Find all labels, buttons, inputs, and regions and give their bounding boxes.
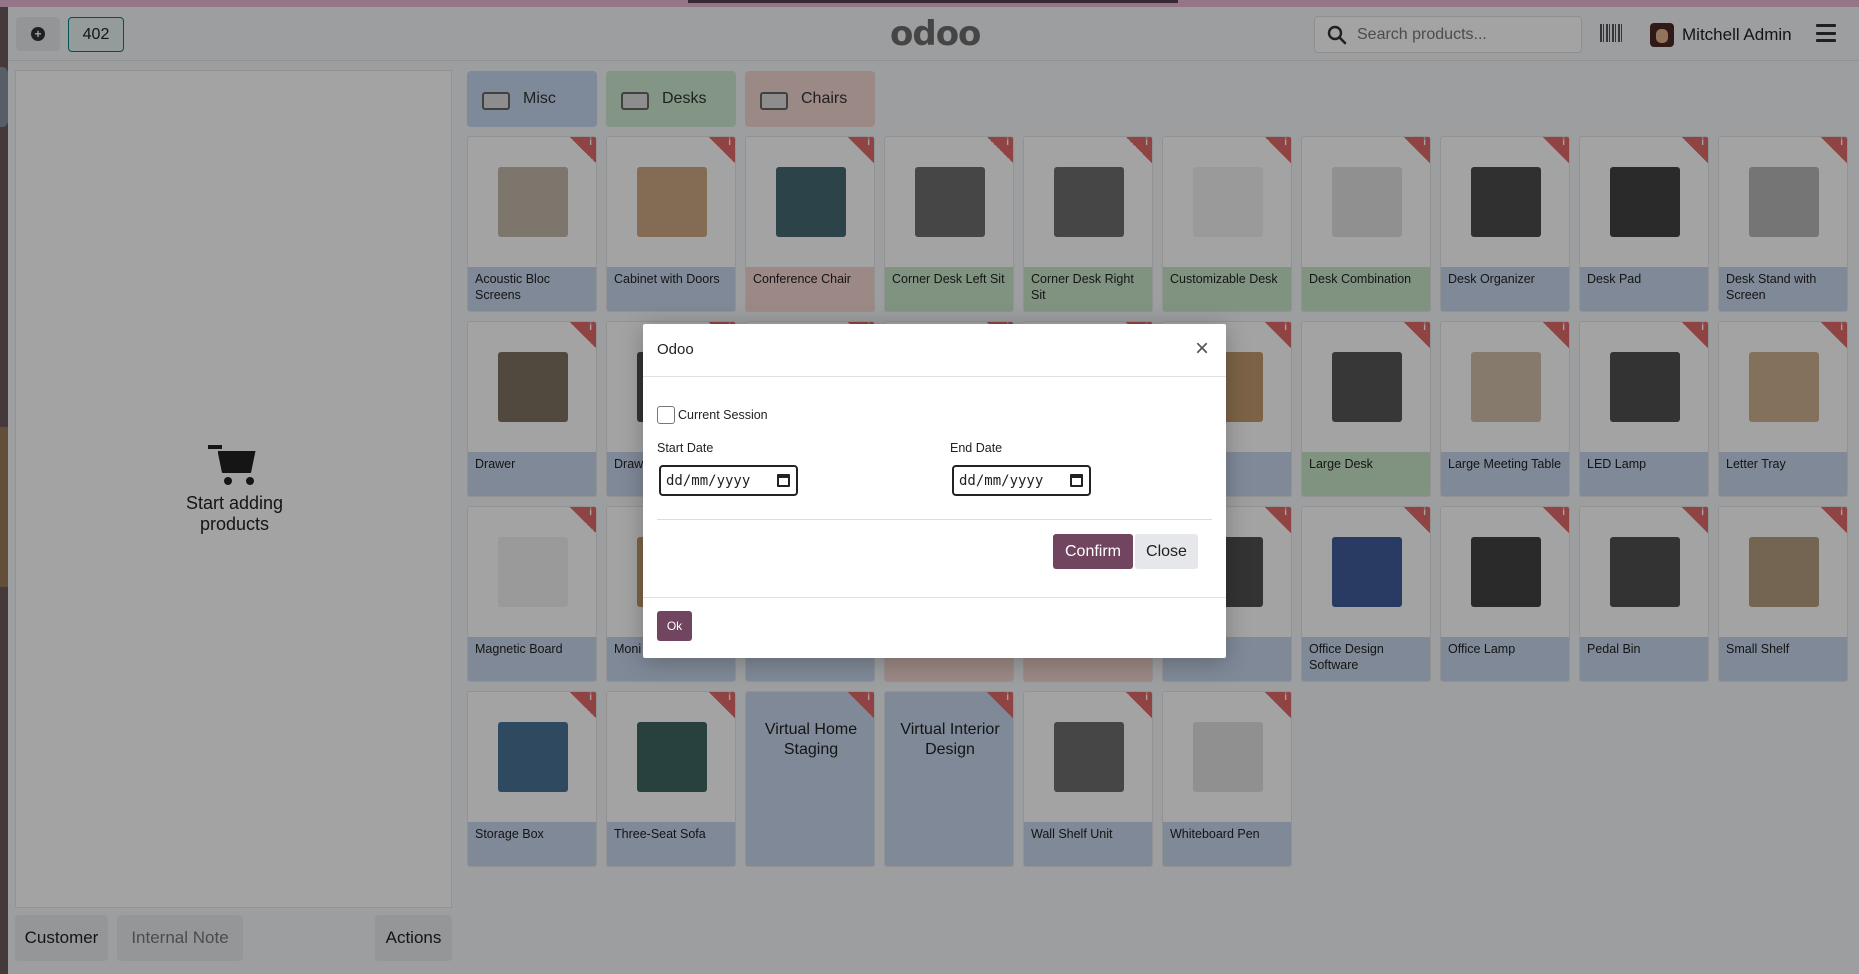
date-filter-dialog: Odoo × Current Session Start Date End Da…	[643, 324, 1226, 658]
current-session-checkbox[interactable]: Current Session	[657, 406, 768, 424]
dialog-body: Current Session Start Date End Date dd/m…	[643, 377, 1226, 591]
start-date-input[interactable]: dd/mm/yyyy	[659, 465, 798, 496]
checkbox-box[interactable]	[657, 406, 675, 424]
end-date-input[interactable]: dd/mm/yyyy	[952, 465, 1091, 496]
start-date-placeholder: dd/mm/yyyy	[666, 472, 751, 489]
dialog-title: Odoo	[657, 341, 694, 358]
close-icon[interactable]: ×	[1190, 337, 1214, 362]
end-date-label: End Date	[950, 441, 1003, 455]
end-date-placeholder: dd/mm/yyyy	[959, 472, 1044, 489]
calendar-icon[interactable]	[777, 474, 790, 487]
current-session-label: Current Session	[678, 408, 768, 422]
confirm-button[interactable]: Confirm	[1053, 534, 1133, 569]
dialog-footer: Ok	[643, 597, 1226, 656]
start-date-label: Start Date	[657, 441, 714, 455]
dialog-header: Odoo ×	[643, 324, 1226, 377]
calendar-icon[interactable]	[1070, 474, 1083, 487]
close-button[interactable]: Close	[1135, 534, 1198, 569]
ok-button[interactable]: Ok	[657, 611, 692, 641]
dialog-divider	[657, 519, 1212, 520]
